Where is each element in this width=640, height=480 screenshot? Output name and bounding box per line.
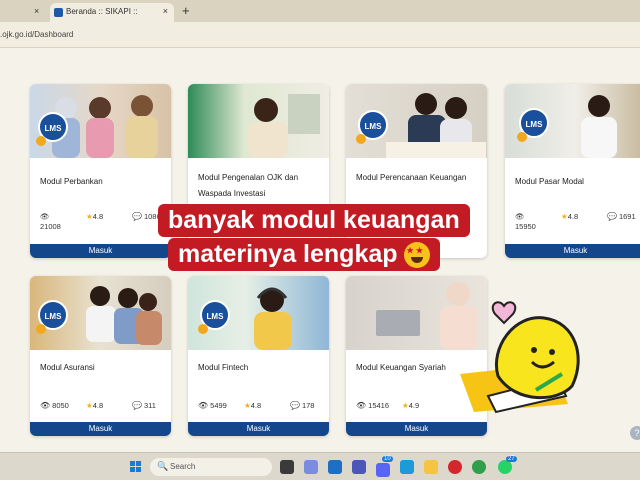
comment-icon: 💬 (132, 401, 142, 410)
caption-line-2-text: materinya lengkap (178, 240, 398, 268)
module-title: Modul Fintech (198, 363, 249, 372)
view-count: 15416 (368, 401, 390, 410)
module-card-fintech[interactable]: LMS Modul Fintech 👁 5499 ★4.8 💬 178 Masuk (188, 276, 329, 436)
taskbar-search-input[interactable]: 🔍 Search (150, 458, 272, 476)
caption-line-1: banyak modul keuangan (158, 204, 470, 237)
module-stats: 👁 21008 ★4.8 💬 1086 (40, 212, 163, 232)
eye-icon: 👁 (198, 401, 209, 410)
edge-icon[interactable] (400, 460, 414, 474)
module-thumbnail (188, 84, 329, 158)
teams-badge: 10 (382, 456, 393, 462)
rating-value: 4.8 (250, 401, 262, 410)
masuk-button[interactable]: Masuk (188, 422, 329, 436)
module-card-perbankan[interactable]: LMS Modul Perbankan 👁 21008 ★4.8 💬 1086 M… (30, 84, 171, 258)
eye-icon: 👁 (40, 212, 50, 221)
module-title: Modul Asuransi (40, 363, 95, 372)
eye-icon: 👁 (40, 401, 51, 410)
module-card-pasar-modal[interactable]: LMS Modul Pasar Modal 👁 15950 ★4.8 💬 1691… (505, 84, 640, 258)
teams-icon[interactable] (352, 460, 366, 474)
module-title: Modul Pengenalan OJK dan Waspada Investa… (198, 173, 299, 198)
search-placeholder: Search (170, 462, 196, 471)
rating-value: 4.8 (567, 212, 579, 221)
whatsapp-badge: 27 (506, 456, 517, 462)
woman-illustration (248, 94, 320, 158)
star-icon: ★ (86, 401, 93, 410)
module-card-asuransi[interactable]: LMS Modul Asuransi 👁 8050 ★4.8 💬 311 Masuk (30, 276, 171, 436)
previous-tab[interactable]: × (0, 5, 46, 22)
chrome-icon[interactable] (472, 460, 486, 474)
view-count: 21008 (40, 222, 61, 231)
module-stats: 👁 5499 ★4.8 💬 178 (198, 401, 321, 411)
mascot-sticker-icon (460, 301, 580, 414)
module-thumbnail: LMS (505, 84, 640, 158)
file-explorer-icon[interactable] (424, 460, 438, 474)
heart-icon (491, 301, 517, 325)
orange-dot (517, 132, 527, 142)
copilot-icon[interactable] (304, 460, 318, 474)
module-thumbnail: LMS (188, 276, 329, 350)
windows-start-icon[interactable] (130, 461, 142, 473)
module-title: Modul Perencanaan Keuangan (356, 173, 467, 182)
teams-chat-icon[interactable] (376, 463, 390, 477)
active-tab[interactable]: Beranda :: SIKAPI :: × (50, 3, 174, 22)
orange-dot (356, 134, 366, 144)
comment-count: 1691 (618, 212, 636, 221)
orange-dot (198, 324, 208, 334)
module-title: Modul Keuangan Syariah (356, 363, 446, 372)
address-bar[interactable]: .ojk.go.id/Dashboard (0, 22, 640, 48)
module-title: Modul Pasar Modal (515, 177, 584, 186)
module-thumbnail: LMS (30, 276, 171, 350)
orange-dot (36, 136, 46, 146)
masuk-button[interactable]: Masuk (30, 422, 171, 436)
windows-taskbar: 🔍 Search 10 27 (0, 452, 640, 480)
star-icon: ★ (86, 212, 93, 221)
tab-close-icon[interactable]: × (163, 6, 168, 16)
comment-icon: 💬 (132, 212, 142, 221)
tab-close-icon[interactable]: × (34, 6, 39, 16)
eye-icon: 👁 (356, 401, 367, 410)
tab-title: Beranda :: SIKAPI :: (66, 7, 138, 16)
module-thumbnail: LMS (346, 84, 487, 158)
module-thumbnail: LMS (30, 84, 171, 158)
star-icon: ★ (244, 401, 251, 410)
module-stats: 👁 8050 ★4.8 💬 311 (40, 401, 163, 411)
view-count: 5499 (210, 401, 227, 410)
opera-icon[interactable] (448, 460, 462, 474)
search-icon: 🔍 (157, 461, 169, 471)
module-stats: 👁 15950 ★4.8 💬 1691 (515, 212, 638, 232)
star-icon: ★ (561, 212, 568, 221)
masuk-button[interactable]: Masuk (30, 244, 171, 258)
url-text: .ojk.go.id/Dashboard (0, 30, 74, 39)
store-icon[interactable] (328, 460, 342, 474)
new-tab-button[interactable]: + (182, 3, 190, 18)
task-view-icon[interactable] (280, 460, 294, 474)
comment-icon: 💬 (607, 212, 617, 221)
comment-count: 178 (301, 401, 315, 410)
view-count: 15950 (515, 222, 536, 231)
star-struck-emoji-icon (403, 242, 430, 269)
module-title: Modul Perbankan (40, 177, 103, 186)
browser-tab-bar: × Beranda :: SIKAPI :: × + (0, 0, 640, 22)
help-icon[interactable]: ? (630, 426, 640, 440)
masuk-button[interactable]: Masuk (505, 244, 640, 258)
ojk-favicon-icon (54, 8, 63, 17)
comment-count: 311 (143, 401, 156, 410)
orange-dot (36, 324, 46, 334)
view-count: 8050 (52, 401, 69, 410)
comment-icon: 💬 (290, 401, 300, 410)
whatsapp-icon[interactable] (498, 460, 512, 474)
rating-value: 4.9 (408, 401, 420, 410)
star-icon: ★ (402, 401, 409, 410)
rating-value: 4.8 (92, 401, 104, 410)
caption-line-2: materinya lengkap (168, 238, 440, 271)
masuk-button[interactable]: Masuk (346, 422, 487, 436)
eye-icon: 👁 (515, 212, 525, 221)
rating-value: 4.8 (92, 212, 104, 221)
